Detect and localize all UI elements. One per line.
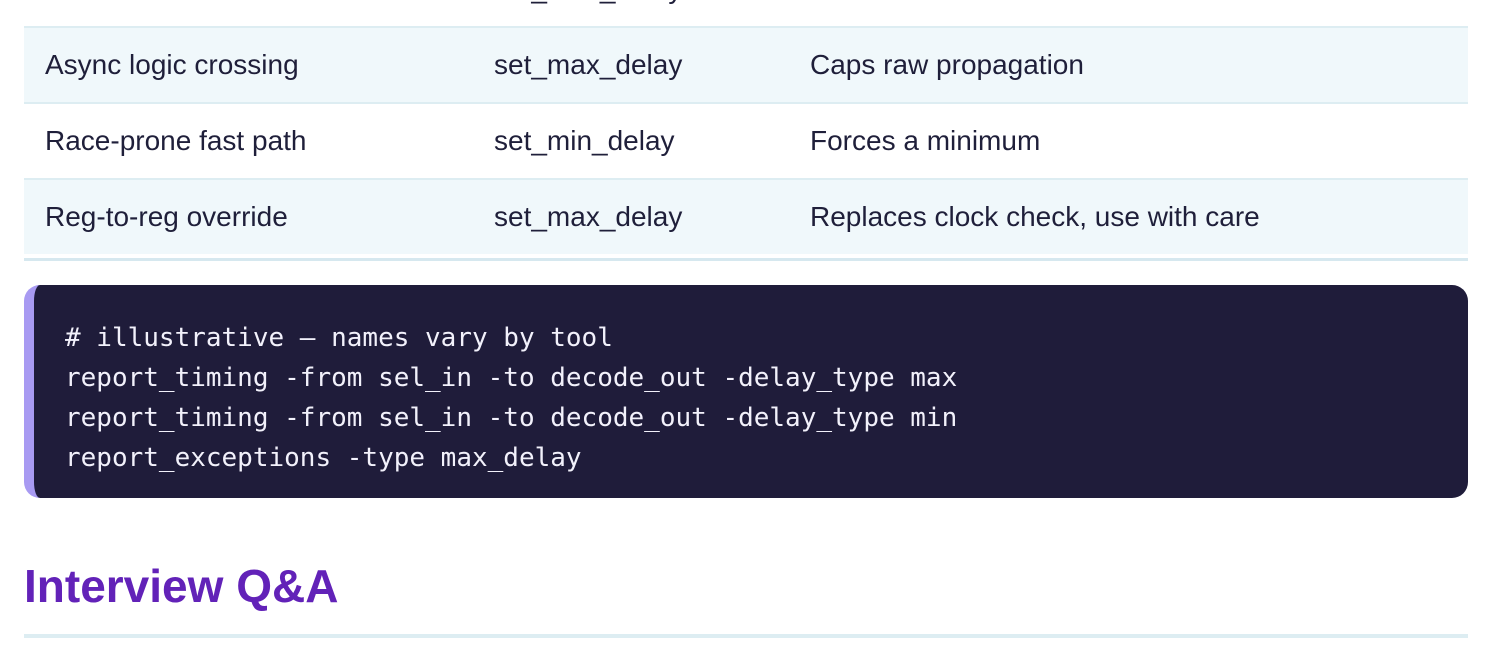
constraints-table-container: set_max_delay Async logic crossing set_m… (24, 0, 1468, 261)
article-content: set_max_delay Async logic crossing set_m… (24, 0, 1468, 638)
table-row: set_max_delay (24, 0, 1468, 27)
table-cell-scenario: Reg-to-reg override (24, 178, 473, 254)
table-cell-constraint: set_max_delay (473, 26, 789, 103)
code-line: report_timing -from sel_in -to decode_ou… (65, 363, 958, 393)
table-cell-effect: Replaces clock check, use with care (789, 178, 1468, 254)
code-block[interactable]: # illustrative — names vary by tool repo… (24, 285, 1468, 498)
table-cell-constraint: set_max_delay (473, 178, 789, 254)
section-divider (24, 634, 1468, 638)
table-row: Async logic crossing set_max_delay Caps … (24, 26, 1468, 103)
table-cell-constraint: set_min_delay (473, 102, 789, 179)
constraints-table: set_max_delay Async logic crossing set_m… (24, 0, 1468, 254)
table-cell-effect: Forces a minimum (789, 102, 1468, 179)
table-cell-scenario: Race-prone fast path (24, 102, 473, 179)
table-row: Race-prone fast path set_min_delay Force… (24, 102, 1468, 179)
table-cell-scenario: Async logic crossing (24, 26, 473, 103)
table-row: Reg-to-reg override set_max_delay Replac… (24, 178, 1468, 254)
table-cell-effect: Caps raw propagation (789, 26, 1468, 103)
code-line: report_timing -from sel_in -to decode_ou… (65, 403, 958, 433)
table-cell-constraint: set_max_delay (473, 0, 789, 27)
table-cell-scenario (24, 0, 473, 27)
section-heading: Interview Q&A (24, 560, 339, 612)
code-line: report_exceptions -type max_delay (65, 443, 582, 473)
table-cell-effect (789, 0, 1468, 27)
code-line-comment: # illustrative — names vary by tool (65, 323, 613, 353)
